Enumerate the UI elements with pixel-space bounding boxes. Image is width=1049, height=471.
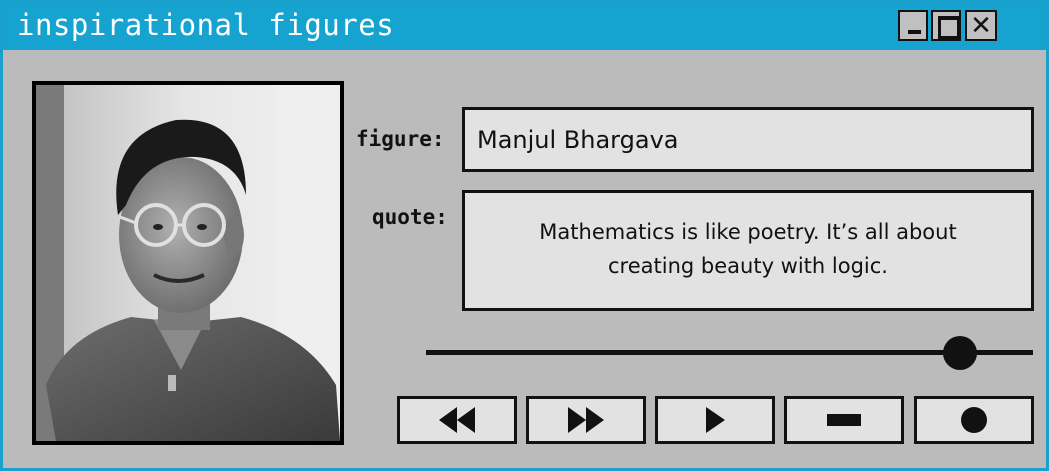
fast-forward-button[interactable] [526, 396, 646, 444]
record-icon [961, 407, 987, 433]
quote-field[interactable]: Mathematics is like poetry. It’s all abo… [462, 190, 1034, 311]
slider-knob[interactable] [943, 336, 978, 370]
rewind-button[interactable] [397, 396, 517, 444]
minimize-button[interactable] [898, 10, 928, 41]
portrait-photo [32, 81, 344, 445]
minimize-icon [908, 30, 921, 34]
maximize-button[interactable] [931, 10, 961, 41]
app-window: inspirational figures ✕ figure: Manjul B… [0, 0, 1049, 471]
portrait-illustration [36, 85, 340, 441]
figure-field[interactable]: Manjul Bhargava [462, 107, 1034, 172]
fast-forward-icon [568, 407, 604, 433]
stop-icon [827, 414, 861, 426]
play-button[interactable] [655, 396, 775, 444]
figure-label: figure: [356, 127, 445, 151]
record-button[interactable] [914, 396, 1034, 444]
rewind-icon [439, 407, 475, 433]
window-title: inspirational figures [17, 8, 395, 42]
play-icon [706, 407, 725, 433]
close-button[interactable]: ✕ [965, 10, 997, 41]
close-icon: ✕ [970, 11, 992, 41]
maximize-icon [938, 16, 960, 39]
quote-label: quote: [372, 205, 448, 229]
title-bar[interactable]: inspirational figures ✕ [3, 3, 1046, 50]
stop-button[interactable] [784, 396, 904, 444]
slider-track[interactable] [426, 350, 1033, 355]
